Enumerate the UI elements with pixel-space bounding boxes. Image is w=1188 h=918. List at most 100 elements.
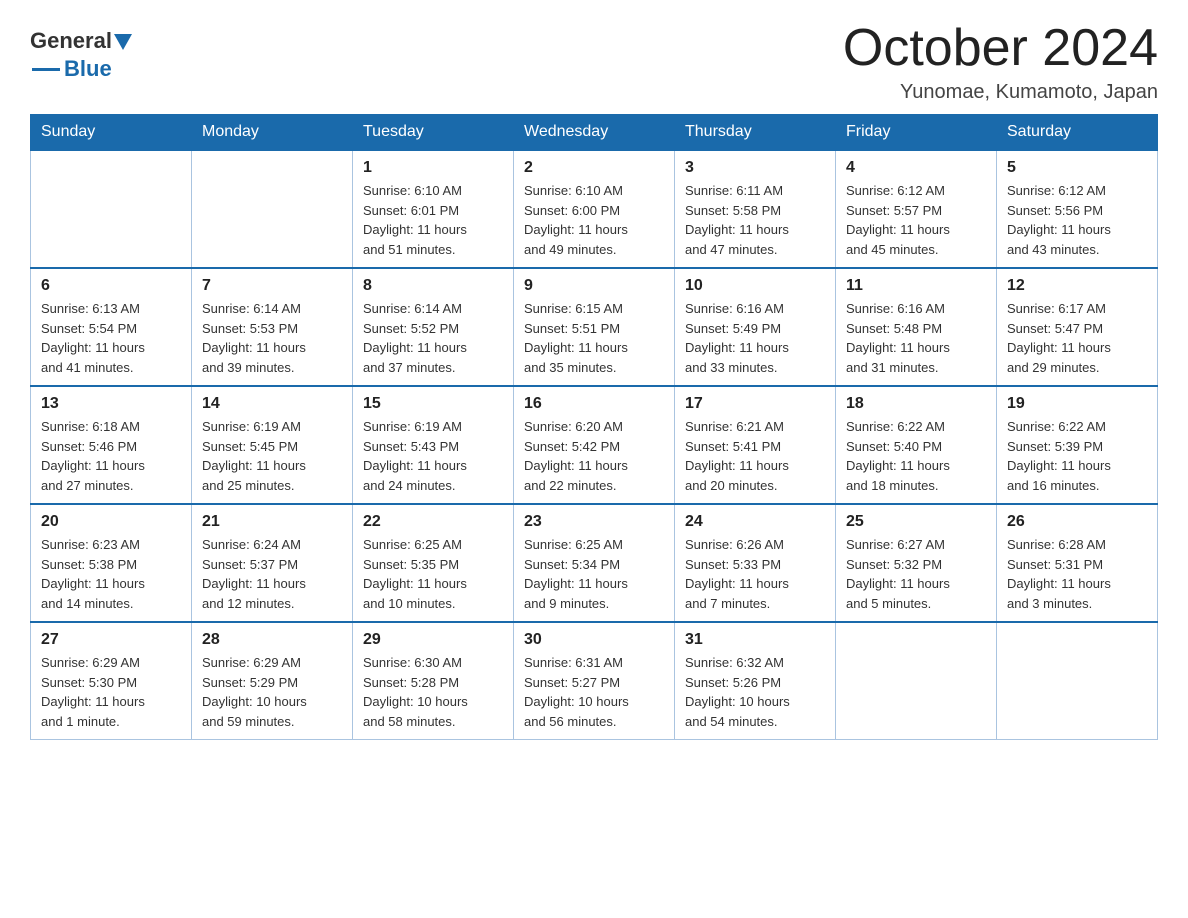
header-row: Sunday Monday Tuesday Wednesday Thursday… bbox=[31, 115, 1158, 151]
day-info: Sunrise: 6:24 AMSunset: 5:37 PMDaylight:… bbox=[202, 535, 342, 613]
day-number: 23 bbox=[524, 513, 664, 531]
week-row-1: 1 Sunrise: 6:10 AMSunset: 6:01 PMDaylight… bbox=[31, 150, 1158, 268]
day-info: Sunrise: 6:14 AMSunset: 5:52 PMDaylight:… bbox=[363, 299, 503, 377]
day-number: 10 bbox=[685, 277, 825, 295]
day-number: 22 bbox=[363, 513, 503, 531]
calendar-cell bbox=[836, 622, 997, 740]
calendar-cell: 9Sunrise: 6:15 AMSunset: 5:51 PMDaylight… bbox=[514, 268, 675, 386]
logo-area: General Blue bbox=[30, 28, 132, 82]
calendar-cell: 18Sunrise: 6:22 AMSunset: 5:40 PMDayligh… bbox=[836, 386, 997, 504]
day-number: 15 bbox=[363, 395, 503, 413]
col-friday: Friday bbox=[836, 115, 997, 151]
day-info: Sunrise: 6:31 AMSunset: 5:27 PMDaylight:… bbox=[524, 653, 664, 731]
day-info: Sunrise: 6:28 AMSunset: 5:31 PMDaylight:… bbox=[1007, 535, 1147, 613]
day-number: 21 bbox=[202, 513, 342, 531]
week-row-4: 20Sunrise: 6:23 AMSunset: 5:38 PMDayligh… bbox=[31, 504, 1158, 622]
day-info: Sunrise: 6:12 AMSunset: 5:56 PMDaylight:… bbox=[1007, 181, 1147, 259]
col-saturday: Saturday bbox=[997, 115, 1158, 151]
day-info: Sunrise: 6:16 AMSunset: 5:49 PMDaylight:… bbox=[685, 299, 825, 377]
day-info: Sunrise: 6:18 AMSunset: 5:46 PMDaylight:… bbox=[41, 417, 181, 495]
calendar-cell: 4 Sunrise: 6:12 AMSunset: 5:57 PMDaylight… bbox=[836, 150, 997, 268]
day-number: 8 bbox=[363, 277, 503, 295]
day-info: Sunrise: 6:22 AMSunset: 5:39 PMDaylight:… bbox=[1007, 417, 1147, 495]
day-info: Sunrise: 6:15 AMSunset: 5:51 PMDaylight:… bbox=[524, 299, 664, 377]
day-number: 25 bbox=[846, 513, 986, 531]
logo: General bbox=[30, 28, 132, 54]
week-row-5: 27 Sunrise: 6:29 AMSunset: 5:30 PMDayligh… bbox=[31, 622, 1158, 740]
calendar-cell bbox=[997, 622, 1158, 740]
day-number: 17 bbox=[685, 395, 825, 413]
day-info: Sunrise: 6:11 AMSunset: 5:58 PMDaylight:… bbox=[685, 181, 825, 259]
calendar-cell: 29Sunrise: 6:30 AMSunset: 5:28 PMDayligh… bbox=[353, 622, 514, 740]
col-sunday: Sunday bbox=[31, 115, 192, 151]
calendar-cell: 14Sunrise: 6:19 AMSunset: 5:45 PMDayligh… bbox=[192, 386, 353, 504]
calendar-table: Sunday Monday Tuesday Wednesday Thursday… bbox=[30, 114, 1158, 740]
calendar-cell: 8 Sunrise: 6:14 AMSunset: 5:52 PMDaylight… bbox=[353, 268, 514, 386]
day-number: 1 bbox=[363, 159, 503, 177]
day-info: Sunrise: 6:14 AMSunset: 5:53 PMDaylight:… bbox=[202, 299, 342, 377]
calendar-cell: 6 Sunrise: 6:13 AMSunset: 5:54 PMDaylight… bbox=[31, 268, 192, 386]
day-info: Sunrise: 6:22 AMSunset: 5:40 PMDaylight:… bbox=[846, 417, 986, 495]
day-info: Sunrise: 6:27 AMSunset: 5:32 PMDaylight:… bbox=[846, 535, 986, 613]
calendar-cell bbox=[31, 150, 192, 268]
day-number: 28 bbox=[202, 631, 342, 649]
calendar-cell: 25 Sunrise: 6:27 AMSunset: 5:32 PMDayligh… bbox=[836, 504, 997, 622]
calendar-cell: 16Sunrise: 6:20 AMSunset: 5:42 PMDayligh… bbox=[514, 386, 675, 504]
col-thursday: Thursday bbox=[675, 115, 836, 151]
day-number: 4 bbox=[846, 159, 986, 177]
calendar-cell: 28 Sunrise: 6:29 AMSunset: 5:29 PMDayligh… bbox=[192, 622, 353, 740]
day-info: Sunrise: 6:32 AMSunset: 5:26 PMDaylight:… bbox=[685, 653, 825, 731]
day-info: Sunrise: 6:13 AMSunset: 5:54 PMDaylight:… bbox=[41, 299, 181, 377]
day-number: 30 bbox=[524, 631, 664, 649]
calendar-cell: 1 Sunrise: 6:10 AMSunset: 6:01 PMDaylight… bbox=[353, 150, 514, 268]
day-number: 27 bbox=[41, 631, 181, 649]
week-row-3: 13 Sunrise: 6:18 AMSunset: 5:46 PMDayligh… bbox=[31, 386, 1158, 504]
calendar-cell: 26 Sunrise: 6:28 AMSunset: 5:31 PMDayligh… bbox=[997, 504, 1158, 622]
day-number: 24 bbox=[685, 513, 825, 531]
calendar-cell: 22Sunrise: 6:25 AMSunset: 5:35 PMDayligh… bbox=[353, 504, 514, 622]
day-info: Sunrise: 6:21 AMSunset: 5:41 PMDaylight:… bbox=[685, 417, 825, 495]
day-info: Sunrise: 6:12 AMSunset: 5:57 PMDaylight:… bbox=[846, 181, 986, 259]
col-monday: Monday bbox=[192, 115, 353, 151]
calendar-cell bbox=[192, 150, 353, 268]
day-info: Sunrise: 6:29 AMSunset: 5:30 PMDaylight:… bbox=[41, 653, 181, 731]
calendar-cell: 31 Sunrise: 6:32 AMSunset: 5:26 PMDayligh… bbox=[675, 622, 836, 740]
day-number: 20 bbox=[41, 513, 181, 531]
day-info: Sunrise: 6:29 AMSunset: 5:29 PMDaylight:… bbox=[202, 653, 342, 731]
day-number: 13 bbox=[41, 395, 181, 413]
day-number: 3 bbox=[685, 159, 825, 177]
day-number: 11 bbox=[846, 277, 986, 295]
day-number: 16 bbox=[524, 395, 664, 413]
logo-line-icon bbox=[32, 68, 60, 71]
day-info: Sunrise: 6:10 AMSunset: 6:01 PMDaylight:… bbox=[363, 181, 503, 259]
calendar-cell: 15 Sunrise: 6:19 AMSunset: 5:43 PMDayligh… bbox=[353, 386, 514, 504]
calendar-cell: 2 Sunrise: 6:10 AMSunset: 6:00 PMDaylight… bbox=[514, 150, 675, 268]
day-info: Sunrise: 6:25 AMSunset: 5:34 PMDaylight:… bbox=[524, 535, 664, 613]
calendar-cell: 17 Sunrise: 6:21 AMSunset: 5:41 PMDayligh… bbox=[675, 386, 836, 504]
col-wednesday: Wednesday bbox=[514, 115, 675, 151]
day-info: Sunrise: 6:17 AMSunset: 5:47 PMDaylight:… bbox=[1007, 299, 1147, 377]
page-header: General Blue October 2024 Yunomae, Kumam… bbox=[30, 20, 1158, 104]
day-number: 12 bbox=[1007, 277, 1147, 295]
calendar-cell: 11Sunrise: 6:16 AMSunset: 5:48 PMDayligh… bbox=[836, 268, 997, 386]
title-area: October 2024 Yunomae, Kumamoto, Japan bbox=[843, 20, 1158, 104]
day-number: 31 bbox=[685, 631, 825, 649]
day-number: 6 bbox=[41, 277, 181, 295]
calendar-cell: 12 Sunrise: 6:17 AMSunset: 5:47 PMDayligh… bbox=[997, 268, 1158, 386]
day-info: Sunrise: 6:10 AMSunset: 6:00 PMDaylight:… bbox=[524, 181, 664, 259]
calendar-cell: 7 Sunrise: 6:14 AMSunset: 5:53 PMDaylight… bbox=[192, 268, 353, 386]
day-info: Sunrise: 6:19 AMSunset: 5:43 PMDaylight:… bbox=[363, 417, 503, 495]
day-number: 19 bbox=[1007, 395, 1147, 413]
calendar-cell: 19 Sunrise: 6:22 AMSunset: 5:39 PMDayligh… bbox=[997, 386, 1158, 504]
day-number: 7 bbox=[202, 277, 342, 295]
day-number: 26 bbox=[1007, 513, 1147, 531]
day-info: Sunrise: 6:19 AMSunset: 5:45 PMDaylight:… bbox=[202, 417, 342, 495]
month-title: October 2024 bbox=[843, 20, 1158, 77]
col-tuesday: Tuesday bbox=[353, 115, 514, 151]
day-number: 2 bbox=[524, 159, 664, 177]
day-number: 29 bbox=[363, 631, 503, 649]
day-number: 5 bbox=[1007, 159, 1147, 177]
calendar-cell: 10 Sunrise: 6:16 AMSunset: 5:49 PMDayligh… bbox=[675, 268, 836, 386]
week-row-2: 6 Sunrise: 6:13 AMSunset: 5:54 PMDaylight… bbox=[31, 268, 1158, 386]
logo-blue-text: Blue bbox=[64, 56, 112, 82]
